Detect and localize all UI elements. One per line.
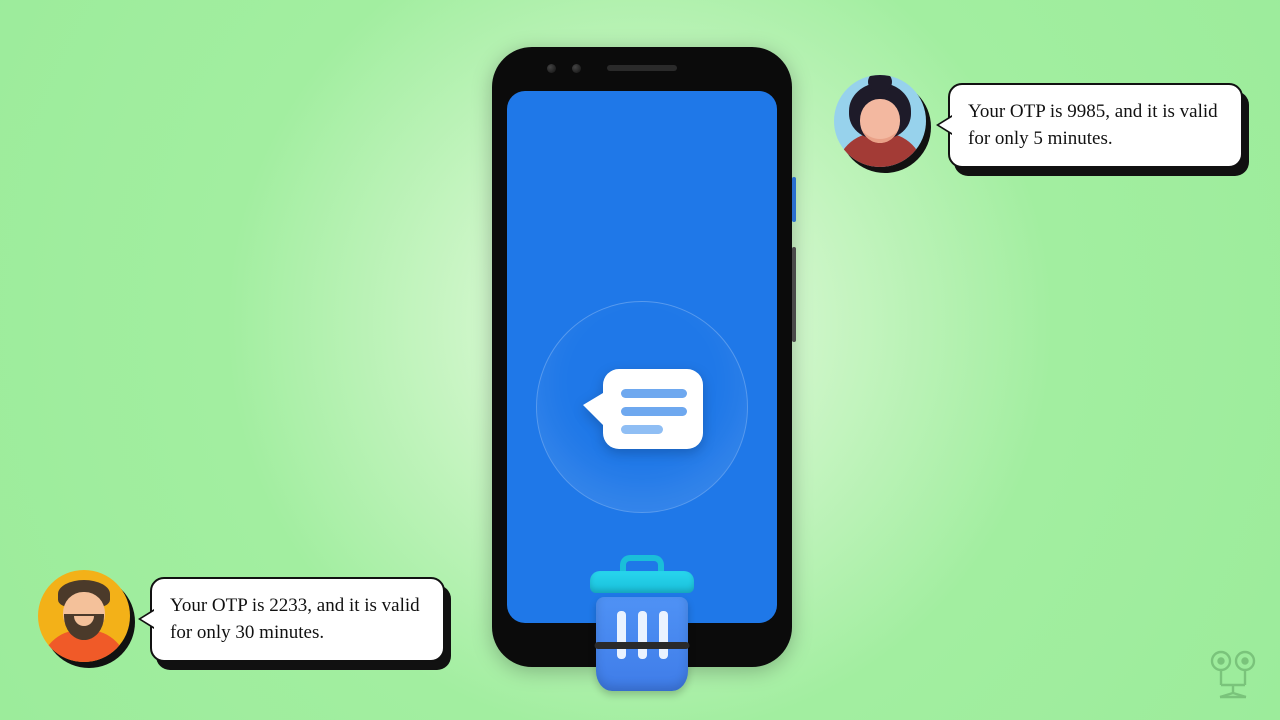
speech-bubble-bottom: Your OTP is 2233, and it is valid for on… [150,577,445,662]
chat-bubble-icon [577,363,707,468]
phone-screen [507,91,777,623]
otp-message-text: Your OTP is 9985, and it is valid for on… [968,101,1218,149]
trash-can-icon [590,555,694,691]
speech-tail-icon [936,115,952,135]
man-avatar [38,570,130,662]
otp-message-text: Your OTP is 2233, and it is valid for on… [170,595,420,643]
logo-watermark-icon [1206,649,1260,704]
phone-camera-icon [572,64,581,73]
speech-tail-icon [138,609,154,629]
phone-home-bar [595,642,690,649]
illustration-canvas: Your OTP is 9985, and it is valid for on… [0,0,1280,720]
speech-bubble-top: Your OTP is 9985, and it is valid for on… [948,83,1243,168]
phone-frame [492,47,792,667]
woman-avatar [834,75,926,167]
phone-camera-icon [547,64,556,73]
phone-earpiece [607,65,677,71]
